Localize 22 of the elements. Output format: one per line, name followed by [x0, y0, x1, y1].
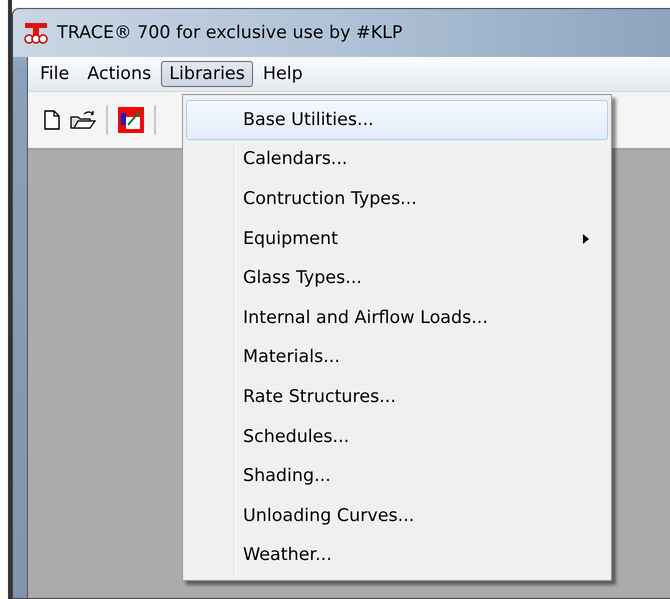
- menu-item[interactable]: Internal and Airflow Loads...: [186, 298, 608, 338]
- menu-item[interactable]: Schedules...: [186, 416, 608, 456]
- menu-item[interactable]: Base Utilities...: [186, 100, 608, 140]
- submenu-arrow-icon: [583, 234, 589, 244]
- app-logo-icon: [23, 21, 49, 45]
- menu-item[interactable]: Materials...: [186, 338, 608, 378]
- window-title: TRACE® 700 for exclusive use by #KLP: [57, 23, 402, 43]
- new-document-icon[interactable]: [44, 110, 60, 130]
- menu-item[interactable]: Help: [254, 61, 311, 87]
- menu-item[interactable]: File: [32, 61, 78, 87]
- menu-item[interactable]: Actions: [79, 61, 160, 87]
- menu-item[interactable]: Contruction Types...: [186, 179, 608, 219]
- menu-item[interactable]: Shading...: [186, 456, 608, 496]
- project-icon[interactable]: [118, 107, 144, 133]
- menu-item[interactable]: Calendars...: [186, 140, 608, 180]
- open-folder-icon[interactable]: [70, 110, 96, 130]
- menu-item[interactable]: Weather...: [186, 536, 608, 576]
- menu-item[interactable]: Glass Types...: [186, 258, 608, 298]
- menu-item[interactable]: Libraries: [161, 61, 253, 87]
- menu-item[interactable]: Rate Structures...: [186, 377, 608, 417]
- menu-item[interactable]: Unloading Curves...: [186, 496, 608, 536]
- menu-item[interactable]: Equipment: [186, 218, 608, 258]
